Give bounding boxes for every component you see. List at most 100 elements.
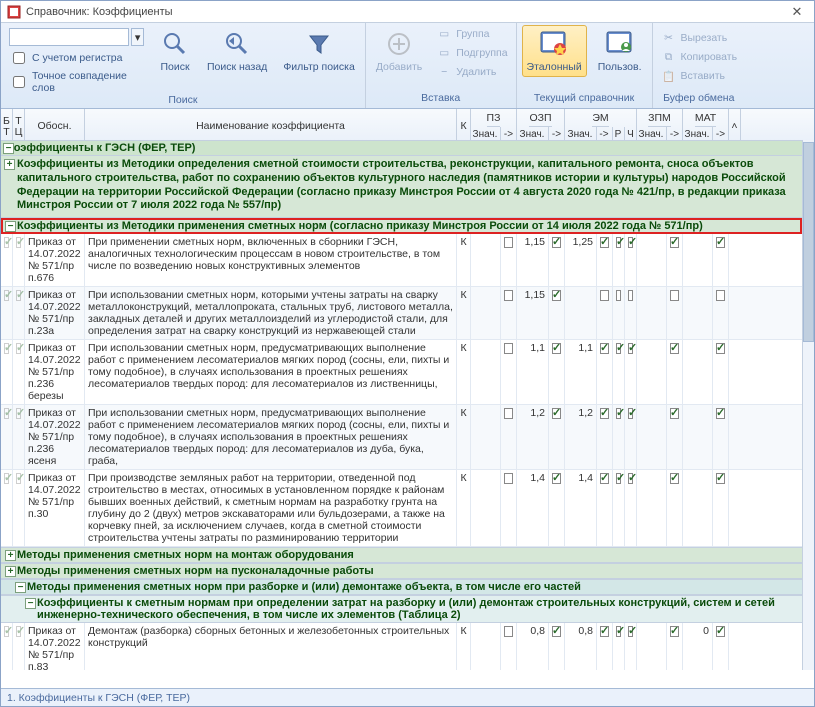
- checkbox-icon[interactable]: [504, 626, 513, 637]
- user-button[interactable]: Пользов.: [593, 25, 647, 77]
- search-dropdown-button[interactable]: ▾: [131, 28, 144, 46]
- grid-body[interactable]: −Коэффициенты к ГЭСН (ФЕР, ТЕР)+Коэффици…: [1, 140, 802, 670]
- vertical-scrollbar[interactable]: [802, 140, 814, 670]
- close-button[interactable]: ✕: [786, 3, 808, 21]
- expand-icon[interactable]: +: [5, 550, 16, 561]
- checkbox-icon[interactable]: [716, 408, 725, 419]
- checkbox-icon[interactable]: [628, 237, 633, 248]
- col-mat[interactable]: МАТЗнач.->: [683, 109, 729, 144]
- search-input[interactable]: [9, 28, 129, 46]
- checkbox-icon[interactable]: [504, 408, 513, 419]
- checkbox-icon[interactable]: [16, 473, 21, 484]
- collapse-icon[interactable]: −: [25, 598, 36, 609]
- checkbox-icon[interactable]: [616, 237, 621, 248]
- col-ozp[interactable]: ОЗПЗнач.->: [517, 109, 565, 144]
- checkbox-icon[interactable]: [716, 237, 725, 248]
- checkbox-icon[interactable]: [600, 343, 609, 354]
- checkbox-icon[interactable]: [4, 343, 9, 354]
- checkbox-icon[interactable]: [552, 290, 561, 301]
- cell-mat: [683, 405, 713, 469]
- table-row[interactable]: Приказ от 14.07.2022 № 571/пр п.236 ясен…: [1, 405, 802, 470]
- reference-button[interactable]: Эталонный: [522, 25, 587, 77]
- checkbox-icon[interactable]: [628, 290, 633, 301]
- checkbox-icon[interactable]: [16, 290, 21, 301]
- checkbox-icon[interactable]: [628, 473, 633, 484]
- col-em[interactable]: ЭМЗнач.->РЧ: [565, 109, 637, 144]
- checkbox-icon[interactable]: [16, 408, 21, 419]
- checkbox-icon[interactable]: [4, 408, 9, 419]
- search-button[interactable]: Поиск: [154, 25, 196, 77]
- checkbox-icon[interactable]: [716, 290, 725, 301]
- cell-k: К: [457, 340, 471, 404]
- col-k[interactable]: К: [457, 109, 471, 144]
- case-checkbox-label[interactable]: С учетом регистра: [9, 49, 144, 67]
- checkbox-icon[interactable]: [4, 290, 9, 301]
- search-back-button[interactable]: Поиск назад: [202, 25, 272, 77]
- col-obosn[interactable]: Обосн.: [25, 109, 85, 144]
- checkbox-icon[interactable]: [16, 237, 21, 248]
- checkbox-icon[interactable]: [670, 473, 679, 484]
- checkbox-icon[interactable]: [616, 408, 621, 419]
- table-row[interactable]: Приказ от 14.07.2022 № 571/пр п.83 табл.…: [1, 623, 802, 670]
- collapse-icon[interactable]: −: [15, 582, 26, 593]
- checkbox-icon[interactable]: [504, 237, 513, 248]
- checkbox-icon[interactable]: [670, 408, 679, 419]
- checkbox-icon[interactable]: [600, 626, 609, 637]
- col-pz[interactable]: ПЗЗнач.->: [471, 109, 517, 144]
- ribbon-group-clipboard-label: Буфер обмена: [658, 92, 741, 107]
- checkbox-icon[interactable]: [628, 626, 633, 637]
- checkbox-icon[interactable]: [552, 626, 561, 637]
- checkbox-icon[interactable]: [716, 343, 725, 354]
- collapse-icon[interactable]: −: [3, 143, 14, 154]
- checkbox-icon[interactable]: [716, 626, 725, 637]
- checkbox-icon[interactable]: [616, 343, 621, 354]
- checkbox-icon[interactable]: [670, 290, 679, 301]
- table-row[interactable]: Приказ от 14.07.2022 № 571/пр п.236 бере…: [1, 340, 802, 405]
- col-name[interactable]: Наименование коэффициента: [85, 109, 457, 144]
- checkbox-icon[interactable]: [504, 290, 513, 301]
- checkbox-icon[interactable]: [552, 408, 561, 419]
- checkbox-icon[interactable]: [552, 237, 561, 248]
- checkbox-icon[interactable]: [504, 343, 513, 354]
- checkbox-icon[interactable]: [16, 626, 21, 637]
- expand-icon[interactable]: +: [5, 566, 16, 577]
- expand-icon[interactable]: +: [4, 159, 15, 170]
- checkbox-icon[interactable]: [628, 408, 633, 419]
- group-row[interactable]: −Коэффициенты к сметным нормам при опред…: [1, 595, 802, 623]
- whole-word-checkbox[interactable]: [13, 76, 25, 88]
- checkbox-icon[interactable]: [4, 237, 9, 248]
- checkbox-icon[interactable]: [600, 237, 609, 248]
- col-tc[interactable]: ТЦ: [13, 109, 25, 144]
- table-row[interactable]: Приказ от 14.07.2022 № 571/пр п.30 При п…: [1, 470, 802, 547]
- checkbox-icon[interactable]: [616, 473, 621, 484]
- group-row[interactable]: +Методы применения сметных норм на пуско…: [1, 563, 802, 579]
- case-checkbox[interactable]: [13, 52, 25, 64]
- checkbox-icon[interactable]: [628, 343, 633, 354]
- collapse-icon[interactable]: −: [5, 221, 16, 232]
- checkbox-icon[interactable]: [504, 473, 513, 484]
- table-row[interactable]: Приказ от 14.07.2022 № 571/пр п.23а При …: [1, 287, 802, 340]
- group-row[interactable]: −Коэффициенты к ГЭСН (ФЕР, ТЕР): [1, 140, 802, 156]
- checkbox-icon[interactable]: [4, 626, 9, 637]
- checkbox-icon[interactable]: [716, 473, 725, 484]
- checkbox-icon[interactable]: [600, 473, 609, 484]
- checkbox-icon[interactable]: [670, 626, 679, 637]
- group-row[interactable]: −Методы применения сметных норм при разб…: [1, 579, 802, 595]
- table-row[interactable]: Приказ от 14.07.2022 № 571/пр п.676 При …: [1, 234, 802, 287]
- checkbox-icon[interactable]: [670, 237, 679, 248]
- checkbox-icon[interactable]: [616, 290, 621, 301]
- checkbox-icon[interactable]: [670, 343, 679, 354]
- group-row[interactable]: +Методы применения сметных норм на монта…: [1, 547, 802, 563]
- checkbox-icon[interactable]: [600, 408, 609, 419]
- checkbox-icon[interactable]: [552, 343, 561, 354]
- checkbox-icon[interactable]: [552, 473, 561, 484]
- col-zpm[interactable]: ЗПМЗнач.->: [637, 109, 683, 144]
- checkbox-icon[interactable]: [600, 290, 609, 301]
- checkbox-icon[interactable]: [4, 473, 9, 484]
- checkbox-icon[interactable]: [616, 626, 621, 637]
- group-row-highlight[interactable]: −Коэффициенты из Методики применения сме…: [1, 218, 802, 234]
- search-filter-button[interactable]: Фильтр поиска: [278, 25, 360, 77]
- whole-checkbox-label[interactable]: Точное совпадение слов: [9, 70, 144, 94]
- col-bt[interactable]: БТ: [1, 109, 13, 144]
- checkbox-icon[interactable]: [16, 343, 21, 354]
